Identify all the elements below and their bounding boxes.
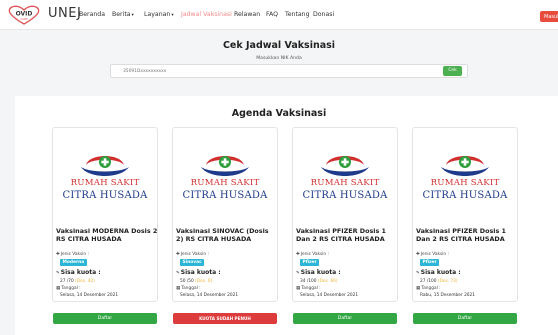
date-label: ▦Tanggal : — [176, 286, 201, 291]
date-label: ▦Tanggal : — [296, 286, 321, 291]
vaccine-card: Rumah Sakit Citra Husada Vaksinasi PFIZE… — [292, 127, 398, 302]
vaccine-card: Rumah Sakit Citra Husada Vaksinasi SINOV… — [172, 127, 278, 302]
quota-remaining: 27 /100 — [420, 279, 437, 284]
pencil-icon: ✎ — [296, 271, 300, 276]
hospital-name-line2: Citra Husada — [422, 190, 508, 201]
quota-label-text: Sisa kuota : — [300, 269, 341, 276]
card-title: Vaksinasi PFIZER Dosis 1 Dan 2 RS CITRA … — [296, 227, 386, 244]
date-label-text: Tanggal : — [61, 286, 81, 291]
nav-faq[interactable]: FAQ — [266, 11, 278, 18]
quota-value: 34 /100 (Dos. 66) — [300, 279, 338, 284]
hospital-name-line1: Rumah Sakit — [70, 178, 140, 188]
quota-label: ✎Sisa kuota : — [296, 269, 341, 276]
calendar-icon: ▦ — [56, 286, 61, 291]
calendar-icon: ▦ — [296, 286, 301, 291]
card-title: Vaksinasi SINOVAC (Dosis 2) RS CITRA HUS… — [176, 227, 269, 244]
calendar-icon: ▦ — [416, 286, 421, 291]
covid-care-logo[interactable]: OVID CARE — [4, 4, 44, 26]
cek-button[interactable]: Cek — [443, 66, 462, 76]
syringe-icon: ✚ — [296, 252, 300, 257]
card-title: Vaksinasi MODERNA Dosis 2 RS CITRA HUSAD… — [56, 227, 158, 244]
date-label-text: Tanggal : — [181, 286, 201, 291]
daftar-button[interactable]: Daftar — [293, 313, 397, 324]
daftar-button[interactable]: Daftar — [413, 313, 517, 324]
jenis-label-text: Jenis Vaksin : — [300, 252, 329, 257]
hospital-name-line1: Rumah Sakit — [190, 178, 260, 188]
vaccine-type-badge: Pfizer — [420, 259, 440, 266]
pencil-icon: ✎ — [56, 271, 60, 276]
hospital-name-line2: Citra Husada — [182, 190, 268, 201]
top-navbar: OVID CARE UNEJ Beranda Berita▾ Layanan▾ … — [0, 0, 558, 30]
brand-name[interactable]: UNEJ — [48, 6, 81, 21]
quota-remaining: 34 /100 — [300, 279, 317, 284]
quota-label-text: Sisa kuota : — [180, 269, 221, 276]
quota-dosis: (Dos. 66) — [317, 279, 338, 284]
vaccine-type-badge: Pfizer — [300, 259, 320, 266]
vaccine-type-label: ✚Jenis Vaksin : — [296, 252, 329, 257]
date-value: Rabu, 15 Desember 2021 — [420, 293, 475, 298]
vaccine-type-label: ✚Jenis Vaksin : — [56, 252, 89, 257]
syringe-icon: ✚ — [416, 252, 420, 257]
quota-label: ✎Sisa kuota : — [176, 269, 221, 276]
date-value: Selasa, 14 Desember 2021 — [300, 293, 359, 298]
jenis-label-text: Jenis Vaksin : — [180, 252, 209, 257]
date-value: Selasa, 14 Desember 2021 — [60, 293, 119, 298]
vaccine-type-badge: Sinovac — [180, 259, 205, 266]
vaccine-type-badge: Moderna — [60, 259, 87, 266]
chevron-down-icon: ▾ — [131, 13, 134, 18]
vaccine-card: Rumah Sakit Citra Husada Vaksinasi PFIZE… — [412, 127, 518, 302]
hospital-name-line2: Citra Husada — [302, 190, 388, 201]
cek-jadwal-title: Cek Jadwal Vaksinasi — [222, 40, 336, 51]
jenis-label-text: Jenis Vaksin : — [420, 252, 449, 257]
vaccine-type-label: ✚Jenis Vaksin : — [176, 252, 209, 257]
nav-jadwal-vaksinasi[interactable]: Jadwal Vaksinasi — [181, 11, 232, 18]
date-label: ▦Tanggal : — [56, 286, 81, 291]
date-value: Selasa, 14 Desember 2021 — [180, 293, 239, 298]
agenda-title: Agenda Vaksinasi — [231, 108, 327, 119]
calendar-icon: ▦ — [176, 286, 181, 291]
quota-label: ✎Sisa kuota : — [416, 269, 461, 276]
nik-label: Masukkan NIK Anda — [256, 56, 302, 61]
pencil-icon: ✎ — [176, 271, 180, 276]
nav-berita[interactable]: Berita▾ — [112, 11, 134, 18]
quota-label-text: Sisa kuota : — [60, 269, 101, 276]
hospital-name-line1: Rumah Sakit — [310, 178, 380, 188]
jenis-label-text: Jenis Vaksin : — [60, 252, 89, 257]
quota-dosis: (Dos. 42) — [75, 279, 95, 284]
quota-value: 27 /100 (Dos. 73) — [420, 279, 458, 284]
nav-layanan[interactable]: Layanan▾ — [144, 11, 174, 18]
nav-donasi[interactable]: Donasi — [313, 11, 334, 18]
date-label: ▦Tanggal : — [416, 286, 441, 291]
quota-dosis: (Dos. 0) — [195, 279, 213, 284]
quota-value: 27 /70 (Dos. 42) — [60, 279, 95, 284]
date-label-text: Tanggal : — [301, 286, 321, 291]
card-title: Vaksinasi PFIZER Dosis 1 Dan 2 RS CITRA … — [416, 227, 506, 244]
daftar-button[interactable]: Daftar — [53, 313, 157, 324]
nav-layanan-label: Layanan — [144, 11, 171, 18]
chevron-down-icon: ▾ — [171, 13, 174, 18]
masuk-button[interactable]: Masuk — [540, 11, 558, 22]
nik-input[interactable]: 35091Dxxxxxxxxxx — [110, 64, 468, 78]
svg-text:CARE: CARE — [20, 17, 28, 21]
hospital-name-line2: Citra Husada — [62, 190, 148, 201]
quota-remaining: 50 /50 — [180, 279, 194, 284]
quota-value: 50 /50 (Dos. 0) — [180, 279, 212, 284]
quota-full-button[interactable]: KUOTA SUDAH PENUH — [173, 313, 277, 324]
quota-label: ✎Sisa kuota : — [56, 269, 101, 276]
vaccine-card: Rumah Sakit Citra Husada Vaksinasi MODER… — [52, 127, 158, 302]
pencil-icon: ✎ — [416, 271, 420, 276]
quota-label-text: Sisa kuota : — [420, 269, 461, 276]
nav-berita-label: Berita — [112, 11, 131, 18]
nav-beranda[interactable]: Beranda — [79, 11, 105, 18]
syringe-icon: ✚ — [56, 252, 60, 257]
quota-remaining: 27 /70 — [60, 279, 74, 284]
hospital-name-line1: Rumah Sakit — [430, 178, 500, 188]
vaccine-type-label: ✚Jenis Vaksin : — [416, 252, 449, 257]
quota-dosis: (Dos. 73) — [437, 279, 458, 284]
syringe-icon: ✚ — [176, 252, 180, 257]
nav-relawan[interactable]: Relawan — [234, 11, 260, 18]
date-label-text: Tanggal : — [421, 286, 441, 291]
nav-tentang[interactable]: Tentang — [285, 11, 310, 18]
